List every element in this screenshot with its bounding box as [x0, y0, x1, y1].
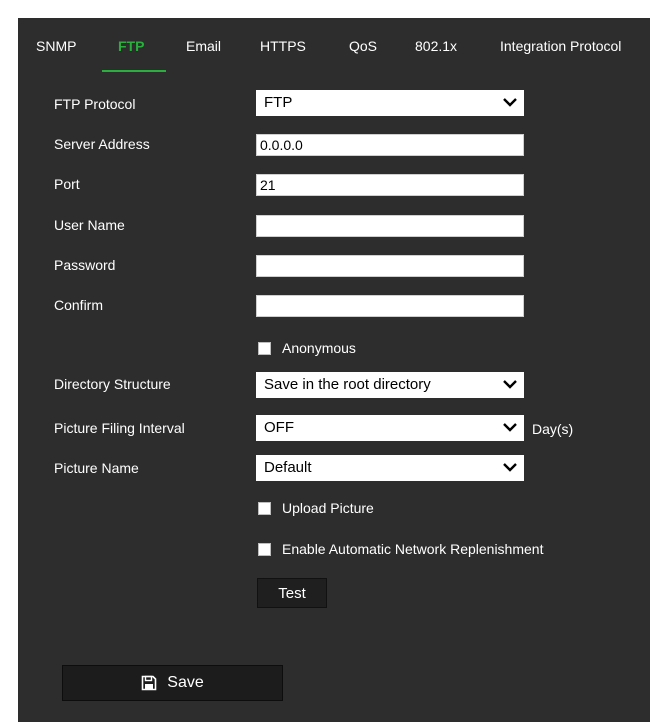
- user-name-input[interactable]: [256, 215, 524, 237]
- tab-snmp[interactable]: SNMP: [36, 38, 76, 54]
- password-input[interactable]: [256, 255, 524, 277]
- test-button-label: Test: [278, 584, 306, 602]
- tab-8021x[interactable]: 802.1x: [415, 38, 457, 54]
- picture-name-label: Picture Name: [54, 460, 139, 476]
- chevron-down-icon: [503, 98, 517, 107]
- auto-replenishment-checkbox[interactable]: [258, 543, 271, 556]
- directory-structure-select[interactable]: Save in the root directory: [256, 372, 524, 398]
- anonymous-label: Anonymous: [282, 340, 356, 356]
- floppy-disk-icon: [141, 675, 157, 691]
- directory-structure-value: Save in the root directory: [264, 376, 431, 393]
- chevron-down-icon: [503, 423, 517, 432]
- save-button-label: Save: [167, 674, 204, 691]
- password-label: Password: [54, 257, 116, 273]
- save-button[interactable]: Save: [62, 665, 283, 701]
- tab-integration-protocol[interactable]: Integration Protocol: [500, 38, 621, 54]
- tab-email[interactable]: Email: [186, 38, 221, 54]
- active-tab-indicator: [102, 70, 166, 72]
- ftp-protocol-label: FTP Protocol: [54, 96, 136, 112]
- ftp-protocol-value: FTP: [264, 94, 293, 111]
- chevron-down-icon: [503, 380, 517, 389]
- picture-name-value: Default: [264, 459, 312, 476]
- confirm-label: Confirm: [54, 297, 104, 313]
- anonymous-checkbox[interactable]: [258, 342, 271, 355]
- days-unit-label: Day(s): [532, 421, 574, 437]
- picture-name-select[interactable]: Default: [256, 455, 524, 481]
- picture-filing-interval-value: OFF: [264, 419, 294, 436]
- test-button[interactable]: Test: [257, 578, 327, 608]
- port-label: Port: [54, 176, 80, 192]
- port-input[interactable]: [256, 174, 524, 196]
- tab-qos[interactable]: QoS: [349, 38, 377, 54]
- server-address-label: Server Address: [54, 136, 150, 152]
- upload-picture-label: Upload Picture: [282, 500, 374, 516]
- tab-bar: SNMP FTP Email HTTPS QoS 802.1x Integrat…: [18, 18, 650, 84]
- picture-filing-interval-select[interactable]: OFF: [256, 415, 524, 441]
- auto-replenishment-label: Enable Automatic Network Replenishment: [282, 541, 544, 557]
- server-address-input[interactable]: [256, 134, 524, 156]
- tab-ftp[interactable]: FTP: [118, 38, 144, 54]
- ftp-settings-panel: SNMP FTP Email HTTPS QoS 802.1x Integrat…: [18, 18, 650, 722]
- confirm-password-input[interactable]: [256, 295, 524, 317]
- chevron-down-icon: [503, 463, 517, 472]
- ftp-protocol-select[interactable]: FTP: [256, 90, 524, 116]
- picture-filing-interval-label: Picture Filing Interval: [54, 420, 185, 436]
- directory-structure-label: Directory Structure: [54, 376, 171, 392]
- upload-picture-checkbox[interactable]: [258, 502, 271, 515]
- user-name-label: User Name: [54, 217, 125, 233]
- tab-https[interactable]: HTTPS: [260, 38, 306, 54]
